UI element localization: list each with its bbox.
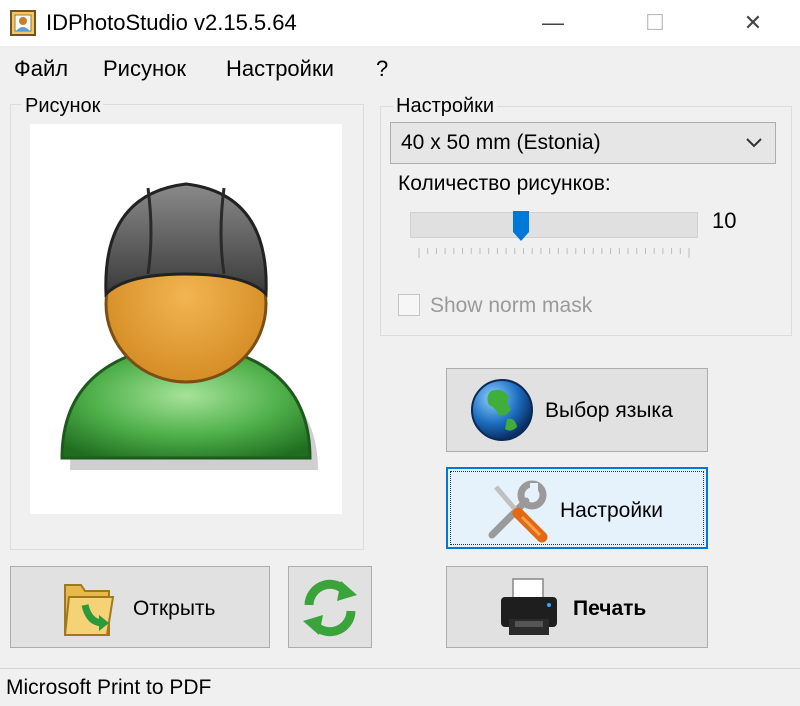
status-printer: Microsoft Print to PDF xyxy=(6,676,212,699)
show-norm-mask-checkbox[interactable] xyxy=(398,294,420,316)
menu-bar: Файл Рисунок Настройки ? xyxy=(0,52,800,86)
close-icon: ✕ xyxy=(743,10,763,35)
count-label: Количество рисунков: xyxy=(398,172,611,195)
open-button[interactable]: Открыть xyxy=(10,566,270,648)
menu-settings[interactable]: Настройки xyxy=(226,52,334,86)
close-button[interactable]: ✕ xyxy=(718,0,788,46)
photo-preview[interactable] xyxy=(30,124,342,514)
minimize-button[interactable]: — xyxy=(518,0,588,46)
window-title: IDPhotoStudio v2.15.5.64 xyxy=(46,10,297,35)
show-norm-mask-label: Show norm mask xyxy=(430,294,593,317)
settings-group-label: Настройки xyxy=(393,95,498,117)
minimize-icon: — xyxy=(542,10,564,35)
person-placeholder-icon xyxy=(60,182,318,470)
print-button[interactable]: Печать xyxy=(446,566,708,648)
printer-icon xyxy=(497,577,563,644)
globe-icon xyxy=(469,377,535,448)
settings-button-label: Настройки xyxy=(560,499,663,522)
menu-help[interactable]: ? xyxy=(376,52,388,86)
slider-track xyxy=(410,212,698,238)
menu-file[interactable]: Файл xyxy=(14,52,68,86)
slider-thumb[interactable] xyxy=(512,210,530,242)
maximize-icon: ☐ xyxy=(645,10,665,35)
tools-icon xyxy=(482,475,552,550)
app-icon xyxy=(10,10,36,36)
chevron-down-icon xyxy=(745,133,763,156)
open-button-label: Открыть xyxy=(133,597,216,620)
refresh-icon xyxy=(297,575,363,646)
picture-group-label: Рисунок xyxy=(22,95,104,117)
settings-button[interactable]: Настройки xyxy=(446,467,708,549)
print-button-label: Печать xyxy=(573,597,647,620)
language-button-label: Выбор языка xyxy=(545,399,673,422)
menu-picture[interactable]: Рисунок xyxy=(103,52,186,86)
folder-open-icon xyxy=(59,575,119,646)
slider-ticks xyxy=(418,248,690,258)
count-slider[interactable] xyxy=(410,208,698,242)
refresh-button[interactable] xyxy=(288,566,372,648)
maximize-button[interactable]: ☐ xyxy=(620,0,690,46)
count-value: 10 xyxy=(712,208,737,233)
format-dropdown-value: 40 x 50 mm (Estonia) xyxy=(401,131,601,154)
format-dropdown[interactable]: 40 x 50 mm (Estonia) xyxy=(390,122,776,164)
language-button[interactable]: Выбор языка xyxy=(446,368,708,452)
